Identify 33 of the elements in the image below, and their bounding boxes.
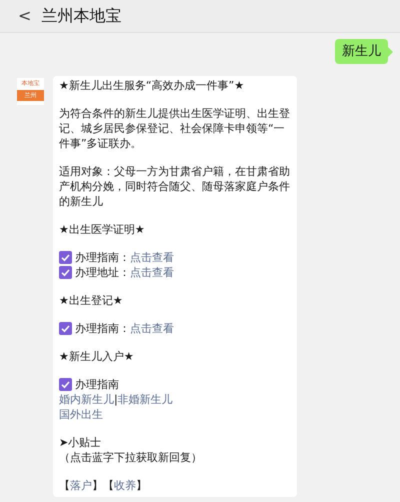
view-link[interactable]: 点击查看 xyxy=(130,250,174,265)
bracket: 】 xyxy=(136,478,147,493)
section-heading: ★出生登记★ xyxy=(59,293,124,308)
tip-title: ➤小贴士 xyxy=(59,435,102,450)
checkbox-icon xyxy=(59,322,72,335)
section-heading: ★出生医学证明★ xyxy=(59,222,146,237)
section-heading: ★新生儿出生服务“高效办成一件事”★ xyxy=(59,78,246,93)
category-link[interactable]: 婚内新生儿 xyxy=(59,392,114,407)
bracket: 】 xyxy=(92,478,103,493)
item-label: 办理指南： xyxy=(75,321,130,336)
item-label: 办理地址： xyxy=(75,265,130,280)
bracket: 【 xyxy=(59,478,70,493)
tip-note: （点击蓝字下拉获取新回复） xyxy=(59,450,203,465)
keyword-link[interactable]: 收养 xyxy=(114,478,136,493)
category-link[interactable]: 国外出生 xyxy=(59,407,103,422)
checkbox-icon xyxy=(59,266,72,279)
view-link[interactable]: 点击查看 xyxy=(130,265,174,280)
chat-title: 兰州本地宝 xyxy=(41,5,122,27)
item-label: 办理指南： xyxy=(75,250,130,265)
keyword-link[interactable]: 落户 xyxy=(70,478,92,493)
separator: | xyxy=(114,392,118,407)
paragraph: 适用对象：父母一方为甘肃省户籍，在甘肃省助产机构分娩，同时符合随父、随母落家庭户条件的新生儿 xyxy=(59,164,291,209)
checkbox-icon xyxy=(59,378,72,391)
checkbox-icon xyxy=(59,251,72,264)
paragraph: 为符合条件的新生儿提供出生医学证明、出生登记、城乡居民参保登记、社会保障卡申领等“一件事”多证联办。 xyxy=(59,106,291,151)
category-link[interactable]: 非婚新生儿 xyxy=(118,392,173,407)
back-button[interactable]: < xyxy=(18,4,32,28)
sent-message-bubble: 新生儿 xyxy=(335,39,388,64)
bubble-tail xyxy=(388,47,393,57)
section-heading: ★新生儿入户★ xyxy=(59,349,135,364)
view-link[interactable]: 点击查看 xyxy=(130,321,174,336)
item-label: 办理指南 xyxy=(75,377,119,392)
bracket: 【 xyxy=(103,478,114,493)
